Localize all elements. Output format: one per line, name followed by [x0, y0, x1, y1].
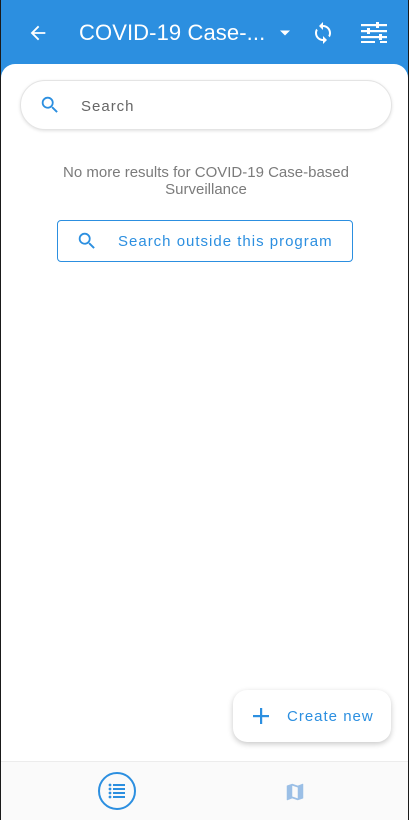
search-outside-label: Search outside this program: [118, 232, 333, 250]
filter-button[interactable]: [356, 15, 392, 51]
program-selector[interactable]: COVID-19 Case-...: [79, 15, 291, 51]
app-screen: COVID-19 Case-... Search No more results…: [0, 0, 409, 820]
create-new-label: Create new: [287, 707, 374, 725]
filter-icon: [361, 22, 387, 43]
create-new-button[interactable]: Create new: [233, 690, 391, 742]
main-content: No more results for COVID-19 Case-based …: [1, 64, 408, 761]
search-outside-program-button[interactable]: Search outside this program: [57, 220, 353, 262]
caret-down-icon: [279, 29, 291, 37]
map-icon: [286, 783, 304, 801]
back-button[interactable]: [20, 15, 56, 51]
list-icon: [108, 783, 125, 799]
nav-item-list[interactable]: [98, 772, 136, 810]
page-title: COVID-19 Case-...: [79, 20, 266, 45]
search-input[interactable]: [79, 93, 373, 119]
sync-button[interactable]: [305, 15, 341, 51]
plus-icon: [251, 706, 271, 726]
search-bar[interactable]: [20, 80, 392, 130]
search-icon: [76, 230, 98, 252]
top-app-bar: COVID-19 Case-...: [1, 0, 408, 66]
search-icon: [41, 96, 58, 113]
sync-icon: [315, 22, 331, 44]
bottom-navigation: [1, 761, 408, 820]
empty-results-message: No more results for COVID-19 Case-based …: [63, 164, 349, 198]
arrow-back-icon: [30, 25, 46, 41]
nav-item-map[interactable]: [279, 776, 311, 808]
